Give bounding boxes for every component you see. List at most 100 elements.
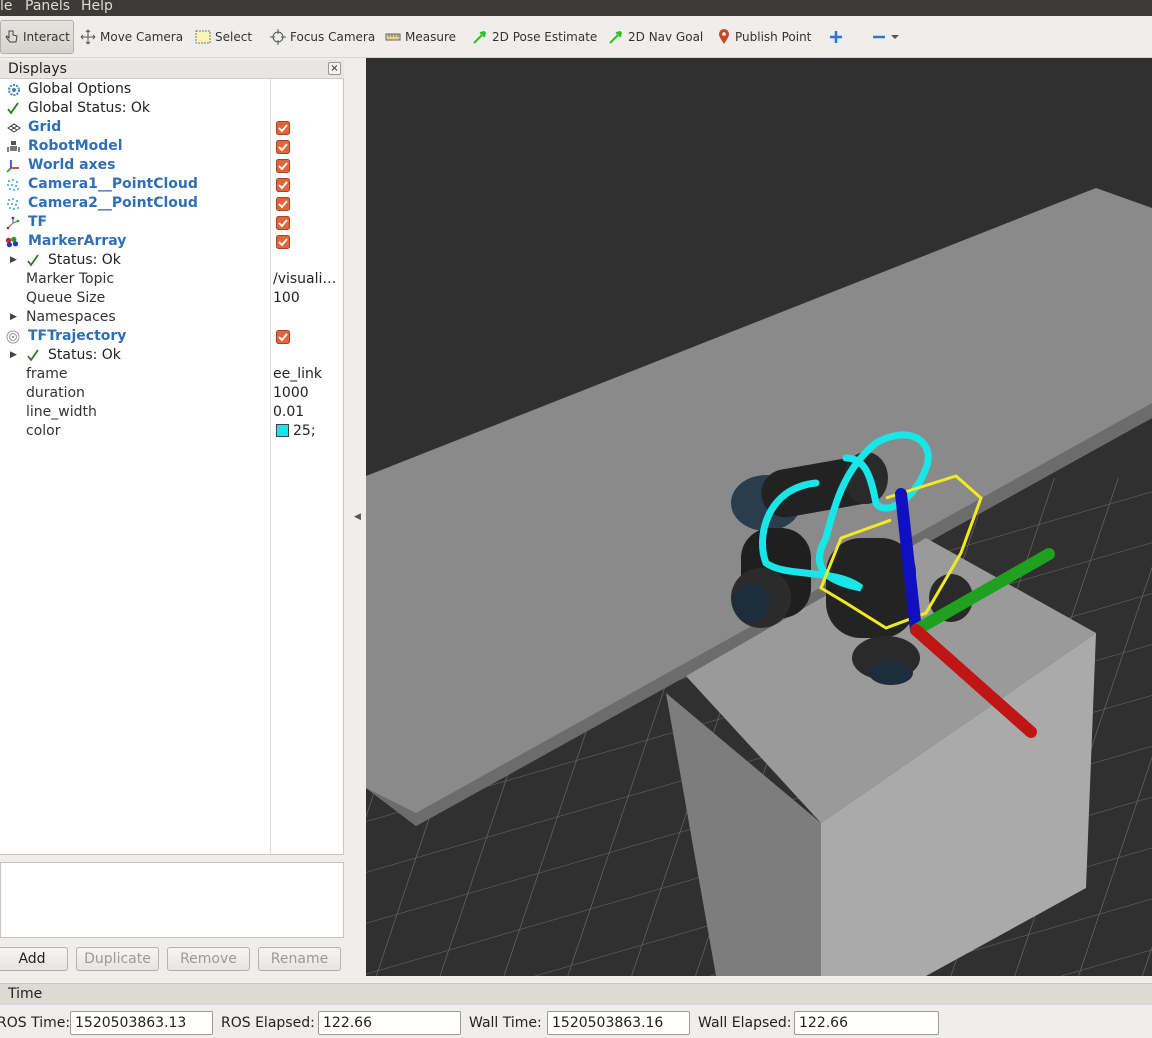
checkbox-checked-icon[interactable] (276, 330, 290, 344)
spiral-icon (6, 330, 20, 344)
expand-arrow-icon[interactable]: ▶ (10, 308, 17, 327)
publish-point-tool-button[interactable]: Publish Point (717, 20, 811, 54)
pointcloud-icon (7, 179, 19, 191)
namespaces-label: Namespaces (26, 309, 116, 325)
color-value-cell[interactable]: 25; (276, 422, 316, 441)
tree-row-queue-size[interactable]: Queue Size 100 (0, 289, 344, 308)
wall-time-field[interactable]: 1520503863.16 (547, 1011, 690, 1035)
3d-render-viewport[interactable] (366, 58, 1152, 976)
displays-panel-header: Displays × (0, 60, 344, 79)
checkbox-checked-icon[interactable] (276, 159, 290, 173)
queue-size-label: Queue Size (26, 290, 106, 306)
remove-tool-dropdown[interactable] (872, 20, 904, 54)
move-arrows-icon (80, 29, 96, 45)
color-value: 25; (293, 423, 316, 439)
tree-row-global-options[interactable]: Global Options (0, 80, 344, 99)
select-tool-button[interactable]: Select (195, 20, 252, 54)
grid-icon (7, 123, 21, 133)
tf-trajectory-label: TFTrajectory (28, 328, 127, 344)
tree-row-namespaces[interactable]: ▶ Namespaces (0, 308, 344, 327)
checkmark-icon (27, 349, 39, 362)
time-panel-header: Time (0, 983, 1152, 1005)
wall-elapsed-field[interactable]: 122.66 (794, 1011, 939, 1035)
rename-display-button[interactable]: Rename (258, 947, 341, 971)
color-label: color (26, 423, 61, 439)
expand-arrow-icon[interactable]: ▶ (10, 346, 17, 365)
checkbox-checked-icon[interactable] (276, 140, 290, 154)
tree-row-tf-trajectory-status[interactable]: ▶ Status: Ok (0, 346, 344, 365)
tree-row-color[interactable]: color 25; (0, 422, 344, 441)
tf-label: TF (28, 214, 48, 230)
crosshair-icon (270, 29, 286, 45)
display-description-box (0, 862, 344, 938)
ros-time-field[interactable]: 1520503863.13 (70, 1011, 213, 1035)
tree-row-marker-array-status[interactable]: ▶ Status: Ok (0, 251, 344, 270)
tree-row-line-width[interactable]: line_width 0.01 (0, 403, 344, 422)
expand-arrow-icon[interactable]: ▶ (10, 251, 17, 270)
nav-goal-label: 2D Nav Goal (628, 30, 704, 44)
tree-row-marker-topic[interactable]: Marker Topic /visuali… (0, 270, 344, 289)
add-tool-button[interactable] (829, 20, 847, 54)
checkbox-checked-icon[interactable] (276, 235, 290, 249)
remove-display-button[interactable]: Remove (167, 947, 250, 971)
close-icon[interactable]: × (328, 62, 341, 75)
minus-icon (873, 35, 885, 39)
displays-title: Displays (8, 61, 67, 77)
grid-label: Grid (28, 119, 62, 135)
ros-elapsed-field[interactable]: 122.66 (318, 1011, 461, 1035)
green-arrow-icon (609, 31, 622, 44)
checkbox-checked-icon[interactable] (276, 121, 290, 135)
tree-row-robot-model[interactable]: RobotModel (0, 137, 344, 156)
tree-row-camera1-pointcloud[interactable]: Camera1__PointCloud (0, 175, 344, 194)
line-width-value[interactable]: 0.01 (273, 403, 304, 422)
collapse-panel-arrow-icon[interactable]: ◀ (354, 512, 361, 522)
tree-row-tf-trajectory[interactable]: TFTrajectory (0, 327, 344, 346)
frame-value[interactable]: ee_link (273, 365, 322, 384)
interact-label: Interact (23, 30, 70, 44)
tree-row-camera2-pointcloud[interactable]: Camera2__PointCloud (0, 194, 344, 213)
plus-icon (830, 31, 842, 43)
duplicate-display-button[interactable]: Duplicate (76, 947, 159, 971)
menu-help[interactable]: Help (81, 0, 113, 13)
checkbox-checked-icon[interactable] (276, 197, 290, 211)
axes-icon (6, 160, 19, 173)
tf-frames-icon (6, 216, 20, 230)
checkbox-checked-icon[interactable] (276, 178, 290, 192)
robot-model-label: RobotModel (28, 138, 123, 154)
add-display-button[interactable]: Add (0, 947, 68, 971)
green-arrow-icon (473, 31, 486, 44)
pose-estimate-tool-button[interactable]: 2D Pose Estimate (472, 20, 597, 54)
menu-panels[interactable]: Panels (25, 0, 70, 13)
camera2-pointcloud-label: Camera2__PointCloud (28, 195, 198, 211)
tree-row-tf[interactable]: TF (0, 213, 344, 232)
checkbox-checked-icon[interactable] (276, 216, 290, 230)
queue-size-value[interactable]: 100 (273, 289, 300, 308)
menu-file[interactable]: le (0, 0, 13, 13)
map-pin-icon (719, 29, 729, 44)
tree-row-duration[interactable]: duration 1000 (0, 384, 344, 403)
move-camera-label: Move Camera (100, 30, 184, 44)
robot-icon (7, 141, 20, 152)
tree-row-world-axes[interactable]: World axes (0, 156, 344, 175)
tree-row-global-status[interactable]: Global Status: Ok (0, 99, 344, 118)
tree-row-grid[interactable]: Grid (0, 118, 344, 137)
duration-value[interactable]: 1000 (273, 384, 309, 403)
gear-icon (8, 84, 20, 96)
nav-goal-tool-button[interactable]: 2D Nav Goal (608, 20, 703, 54)
measure-tool-button[interactable]: Measure (385, 20, 456, 54)
displays-tree[interactable]: Global Options Global Status: Ok Grid Ro… (0, 79, 344, 855)
global-options-label: Global Options (28, 81, 132, 97)
focus-camera-tool-button[interactable]: Focus Camera (270, 20, 375, 54)
ros-elapsed-label: ROS Elapsed: (221, 1015, 315, 1031)
marker-topic-label: Marker Topic (26, 271, 115, 287)
marker-topic-value[interactable]: /visuali… (273, 270, 336, 289)
ros-time-label: ROS Time: (0, 1015, 71, 1031)
scene-render (366, 188, 1152, 976)
interact-tool-button[interactable]: Interact (0, 20, 74, 54)
menu-bar: le Panels Help (0, 0, 1152, 16)
frame-label: frame (26, 366, 68, 382)
move-camera-tool-button[interactable]: Move Camera (80, 20, 183, 54)
tree-row-frame[interactable]: frame ee_link (0, 365, 344, 384)
markers-icon (5, 236, 19, 248)
tree-row-marker-array[interactable]: MarkerArray (0, 232, 344, 251)
